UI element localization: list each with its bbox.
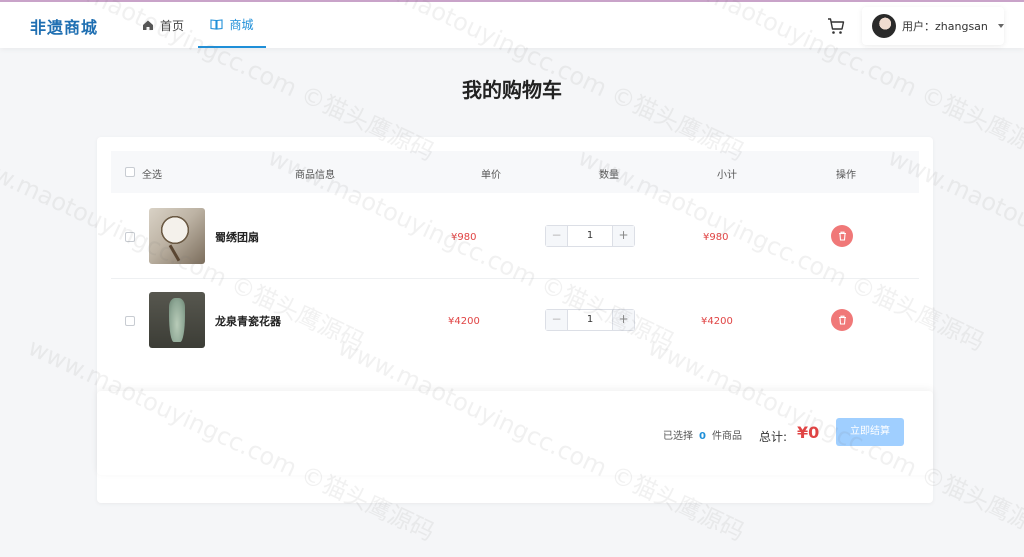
trash-icon (838, 315, 846, 325)
cart-summary-bar: 已选择 0 件商品 总计: ¥0 立即结算 (97, 391, 933, 475)
page-title: 我的购物车 (462, 78, 562, 102)
decrease-button[interactable]: − (546, 310, 568, 330)
checkout-button[interactable]: 立即结算 (836, 418, 904, 446)
selected-count: 0 (699, 431, 706, 442)
selected-prefix: 已选择 (663, 431, 693, 442)
table-row: 蜀绣团扇 ¥980 − 1 + ¥980 (111, 195, 919, 279)
cart-button[interactable] (826, 16, 846, 36)
header-subtotal: 小计 (717, 170, 737, 181)
table-row: 龙泉青瓷花器 ¥4200 − 1 + ¥4200 (111, 279, 919, 363)
quantity-input[interactable]: 1 (568, 310, 612, 330)
total-label: 总计: (759, 430, 788, 444)
subtotal: ¥4200 (701, 316, 733, 327)
increase-button[interactable]: + (612, 310, 634, 330)
nav-mall-label: 商城 (229, 17, 254, 32)
selected-suffix: 件商品 (711, 431, 742, 442)
product-name[interactable]: 龙泉青瓷花器 (215, 313, 281, 329)
cart-icon (828, 18, 845, 34)
trash-icon (838, 231, 846, 241)
unit-price: ¥980 (451, 232, 477, 243)
header-actions: 操作 (836, 170, 856, 181)
avatar (872, 14, 896, 38)
decrease-button[interactable]: − (546, 226, 568, 246)
selected-summary: 已选择 0 件商品 (663, 427, 742, 442)
nav-mall[interactable]: 商城 (198, 2, 266, 48)
quantity-stepper: − 1 + (545, 309, 635, 331)
subtotal: ¥980 (703, 232, 729, 243)
user-menu[interactable]: 用户：zhangsan (862, 7, 1004, 45)
header-select-all: 全选 (142, 170, 162, 181)
top-nav: 非遗商城 首页 商城 用户：zhangsan (0, 0, 1024, 48)
product-name[interactable]: 蜀绣团扇 (215, 229, 259, 245)
nav-home-label: 首页 (160, 18, 185, 33)
row-checkbox[interactable] (125, 316, 135, 326)
delete-button[interactable] (831, 225, 853, 247)
delete-button[interactable] (831, 309, 853, 331)
row-checkbox[interactable] (125, 232, 135, 242)
header-info: 商品信息 (295, 170, 335, 181)
select-all-checkbox[interactable] (125, 167, 135, 177)
product-image[interactable] (149, 292, 205, 348)
quantity-stepper: − 1 + (545, 225, 635, 247)
total-value: ¥0 (797, 423, 820, 442)
brand-logo[interactable]: 非遗商城 (30, 14, 98, 38)
book-icon (210, 19, 224, 30)
caret-down-icon (997, 24, 1004, 28)
increase-button[interactable]: + (612, 226, 634, 246)
quantity-input[interactable]: 1 (568, 226, 612, 246)
header-price: 单价 (481, 170, 501, 181)
nav-home[interactable]: 首页 (142, 2, 184, 48)
unit-price: ¥4200 (448, 316, 480, 327)
home-icon (143, 20, 153, 30)
table-header: 全选 商品信息 单价 数量 小计 操作 (111, 151, 919, 193)
product-image[interactable] (149, 208, 205, 264)
header-quantity: 数量 (599, 170, 619, 181)
user-name: 用户：zhangsan (902, 20, 988, 33)
